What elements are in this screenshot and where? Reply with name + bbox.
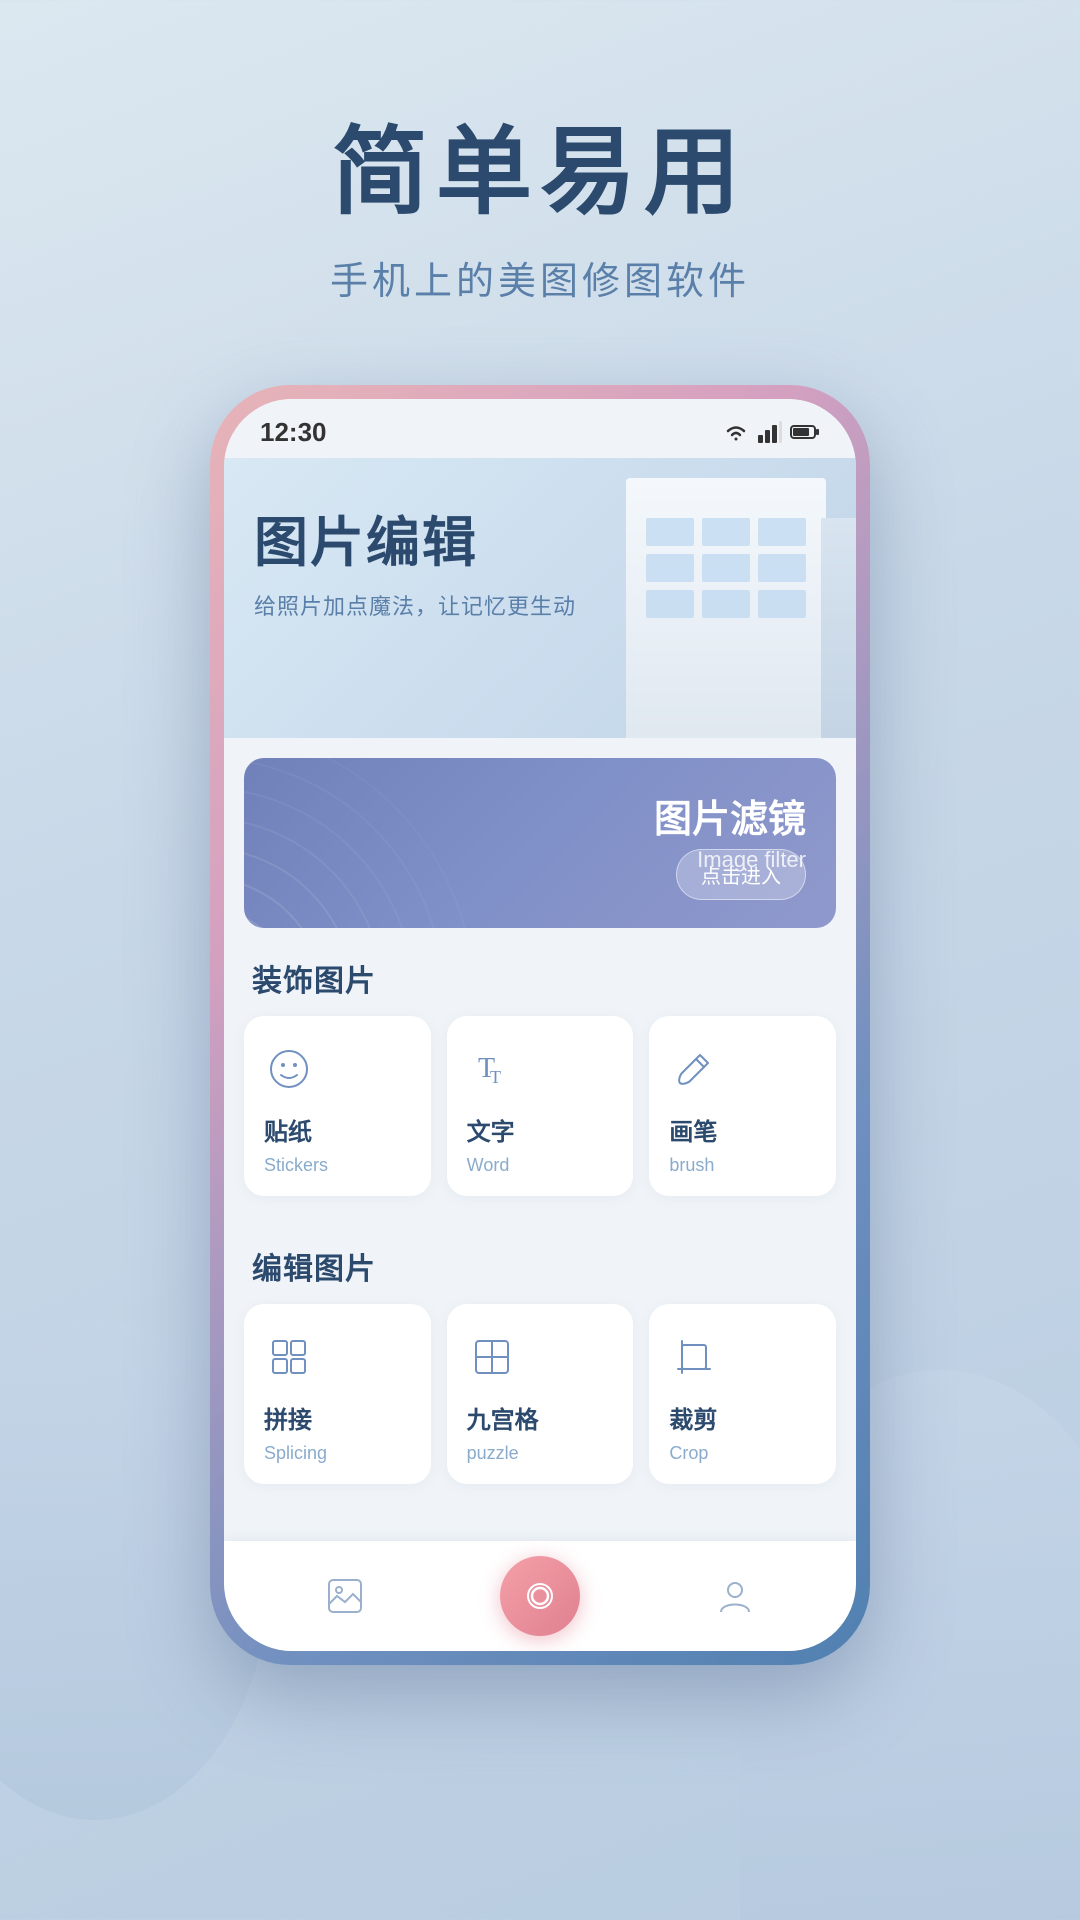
puzzle-icon: [467, 1332, 517, 1382]
window: [702, 590, 750, 618]
hero-subtitle: 给照片加点魔法，让记忆更生动: [254, 589, 576, 621]
wifi-icon: [722, 421, 750, 443]
hero-text: 图片编辑 给照片加点魔法，让记忆更生动: [254, 498, 576, 621]
window: [758, 518, 806, 546]
tool-card-crop[interactable]: 裁剪 Crop: [649, 1304, 836, 1484]
stickers-cn: 贴纸: [264, 1112, 312, 1147]
phone-mockup: 12:30: [0, 385, 1080, 1665]
nav-gallery[interactable]: [319, 1570, 371, 1622]
stickers-en: Stickers: [264, 1155, 328, 1176]
splice-icon: [264, 1332, 314, 1382]
battery-icon: [790, 423, 820, 441]
brush-cn: 画笔: [669, 1112, 717, 1147]
text-cn: 文字: [467, 1112, 515, 1147]
filter-enter-button[interactable]: 点击进入: [676, 849, 806, 900]
brush-icon: [669, 1044, 719, 1094]
crop-en: Crop: [669, 1443, 708, 1464]
crop-cn: 裁剪: [669, 1400, 717, 1435]
window: [758, 554, 806, 582]
splice-cn: 拼接: [264, 1400, 312, 1435]
tool-card-splice[interactable]: 拼接 Splicing: [244, 1304, 431, 1484]
edit-tools-grid: 拼接 Splicing 九宫格 puzzle: [224, 1304, 856, 1504]
tool-card-stickers[interactable]: 贴纸 Stickers: [244, 1016, 431, 1196]
camera-center-icon: [522, 1578, 558, 1614]
main-title: 简单易用: [0, 120, 1080, 226]
filter-card[interactable]: 图片滤镜 Image filter 点击进入: [244, 758, 836, 928]
building-side: [821, 518, 856, 738]
tool-card-puzzle[interactable]: 九宫格 puzzle: [447, 1304, 634, 1484]
filter-title-cn: 图片滤镜: [654, 788, 806, 843]
window: [646, 554, 694, 582]
header-section: 简单易用 手机上的美图修图软件: [0, 0, 1080, 365]
gallery-nav-icon: [319, 1570, 371, 1622]
puzzle-cn: 九宫格: [467, 1400, 539, 1435]
building-main: [626, 478, 826, 738]
building-windows: [646, 518, 806, 618]
phone-outer-frame: 12:30: [210, 385, 870, 1665]
status-time: 12:30: [260, 417, 327, 448]
window: [646, 518, 694, 546]
text-icon: T T: [467, 1044, 517, 1094]
window: [646, 590, 694, 618]
hero-title: 图片编辑: [254, 498, 576, 577]
bottom-navigation: [224, 1541, 856, 1651]
section-title-edit: 编辑图片: [224, 1216, 856, 1304]
section-title-decorate: 装饰图片: [224, 928, 856, 1016]
status-bar: 12:30: [224, 399, 856, 458]
tool-card-brush[interactable]: 画笔 brush: [649, 1016, 836, 1196]
signal-icon: [758, 421, 782, 443]
phone-inner-screen: 12:30: [224, 399, 856, 1651]
text-en: Word: [467, 1155, 510, 1176]
status-icons: [722, 421, 820, 443]
decorate-tools-grid: 贴纸 Stickers T T 文字 Word: [224, 1016, 856, 1216]
hero-section: 图片编辑 给照片加点魔法，让记忆更生动: [224, 458, 856, 738]
window: [702, 518, 750, 546]
crop-icon: [669, 1332, 719, 1382]
nav-camera-center[interactable]: [500, 1556, 580, 1636]
brush-en: brush: [669, 1155, 714, 1176]
splice-en: Splicing: [264, 1443, 327, 1464]
concentric-decoration: [244, 758, 484, 928]
sub-title: 手机上的美图修图软件: [0, 250, 1080, 305]
tool-card-text[interactable]: T T 文字 Word: [447, 1016, 634, 1196]
sticker-icon: [264, 1044, 314, 1094]
puzzle-en: puzzle: [467, 1443, 519, 1464]
phone-scroll-content[interactable]: 图片编辑 给照片加点魔法，让记忆更生动: [224, 458, 856, 1651]
window: [758, 590, 806, 618]
window: [702, 554, 750, 582]
nav-profile[interactable]: [709, 1570, 761, 1622]
profile-nav-icon: [709, 1570, 761, 1622]
svg-text:T: T: [490, 1067, 501, 1087]
building-illustration: [536, 458, 856, 738]
